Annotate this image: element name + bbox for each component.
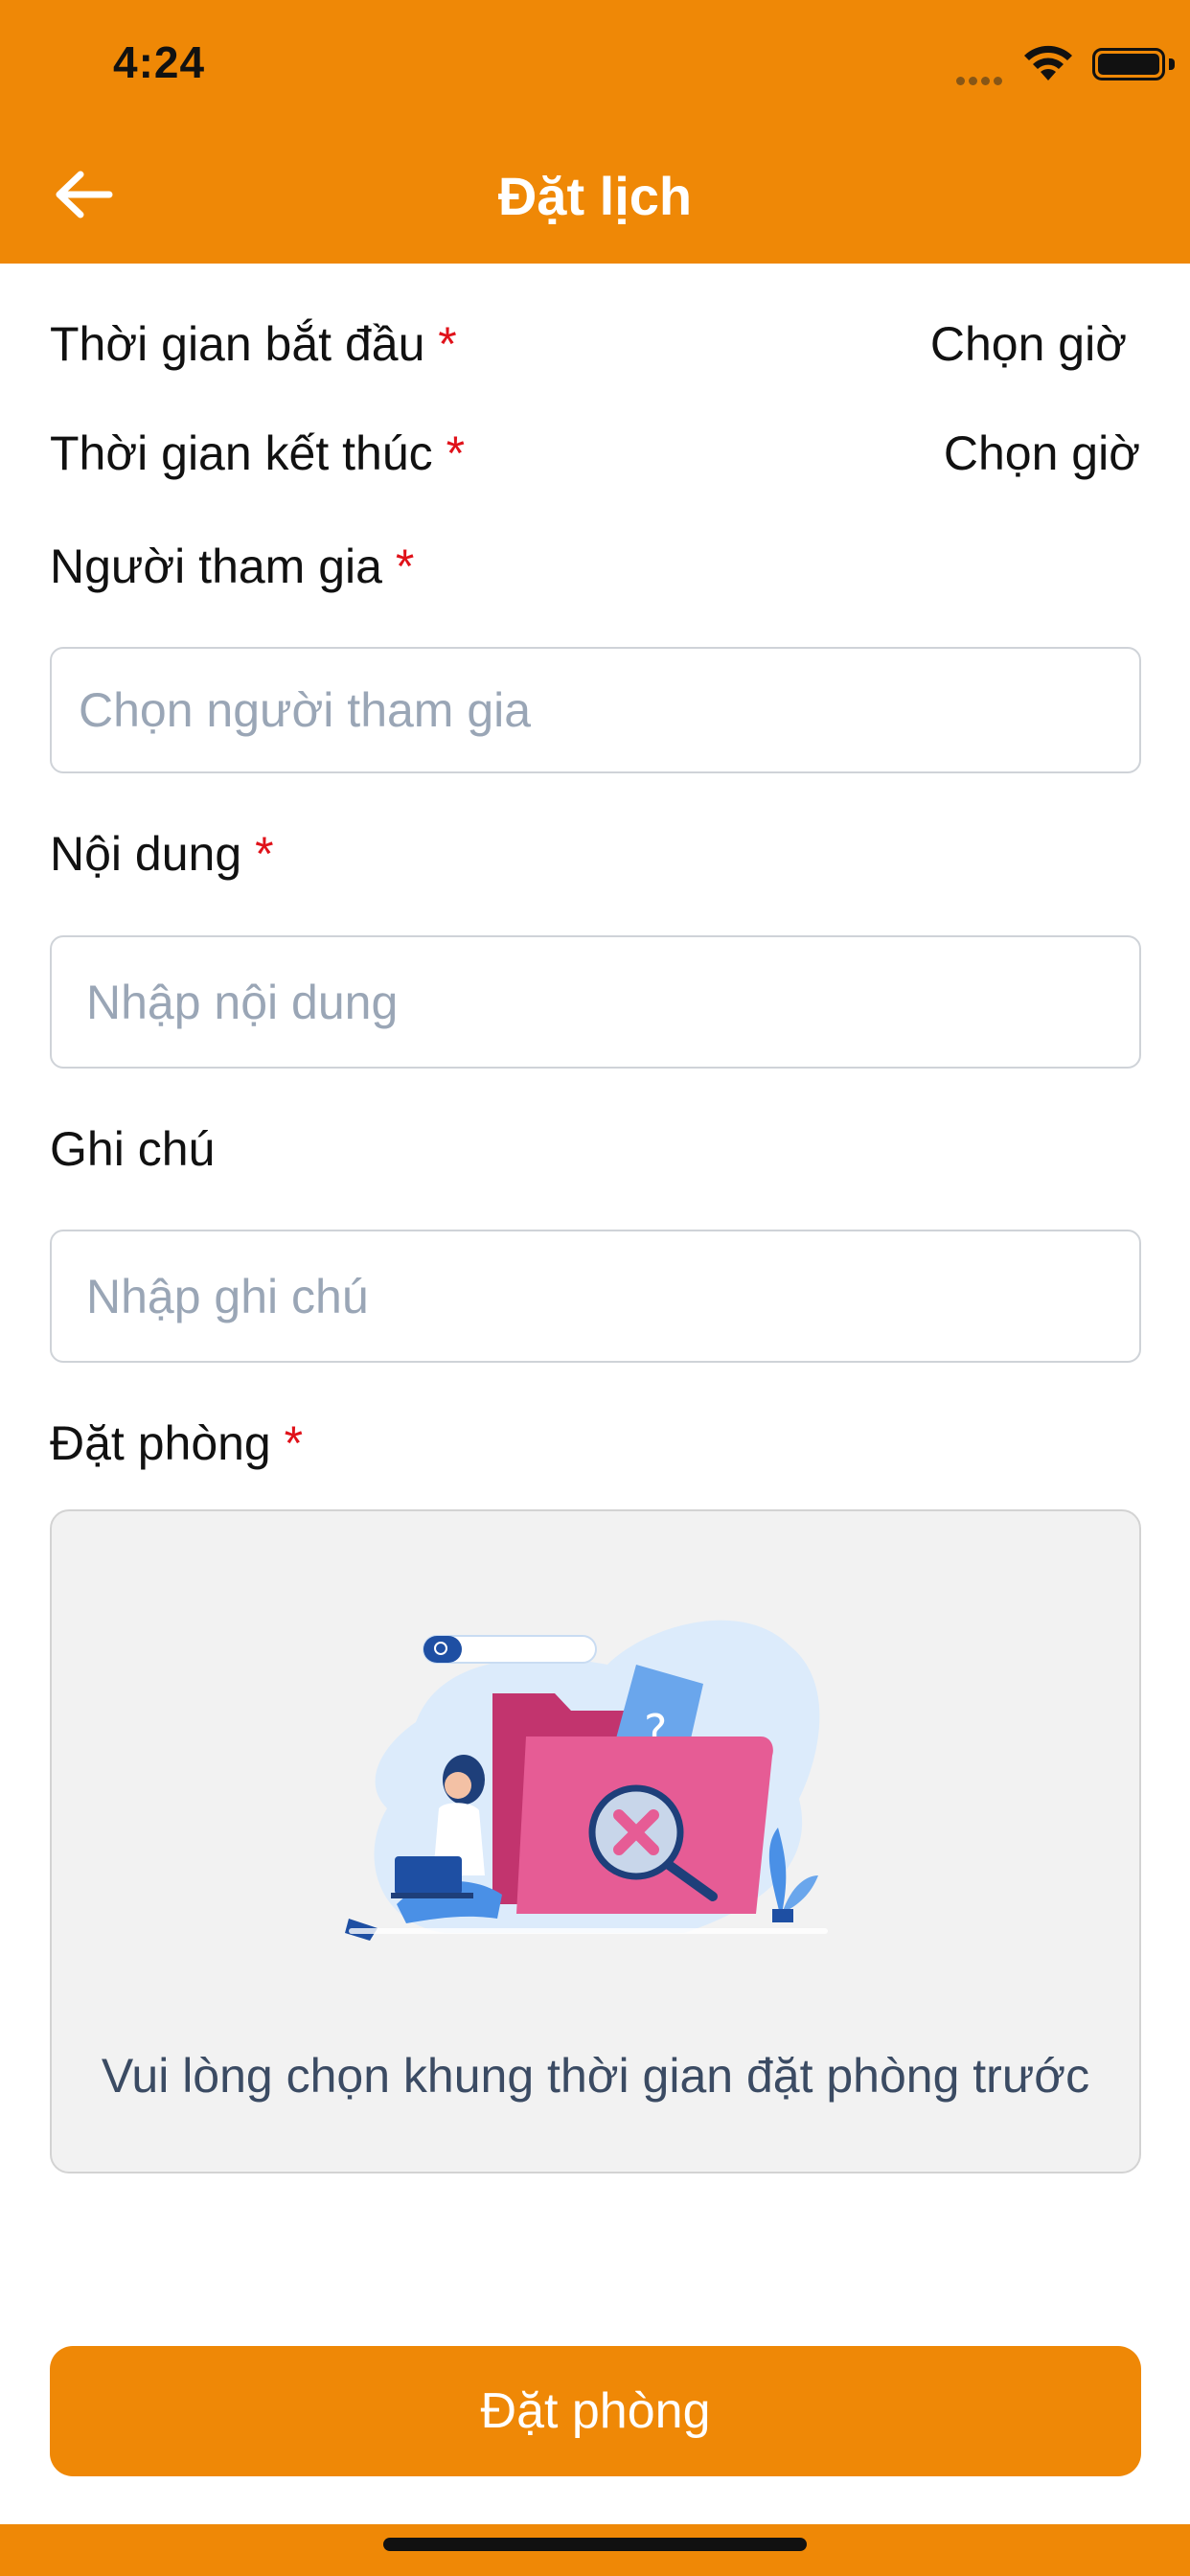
note-label: Ghi chú <box>50 1121 215 1177</box>
content-label: Nội dung * <box>50 826 274 882</box>
participants-input[interactable] <box>52 649 1139 771</box>
room-label: Đặt phòng * <box>50 1415 303 1471</box>
required-mark: * <box>395 540 415 593</box>
start-time-label-text: Thời gian bắt đầu <box>50 317 425 371</box>
end-time-label: Thời gian kết thúc * <box>50 426 465 481</box>
required-mark: * <box>255 827 274 881</box>
content-input[interactable] <box>52 937 1139 1067</box>
page-title: Đặt lịch <box>497 166 693 226</box>
wifi-icon <box>1024 45 1072 80</box>
empty-folder-illustration: ? <box>345 1620 828 1941</box>
content-label-text: Nội dung <box>50 827 242 881</box>
start-time-picker[interactable]: Chọn giờ <box>930 316 1127 372</box>
participants-label: Người tham gia * <box>50 539 414 594</box>
note-field[interactable] <box>50 1230 1141 1363</box>
required-mark: * <box>446 426 466 480</box>
signal-icon <box>956 73 1006 90</box>
book-room-button[interactable]: Đặt phòng <box>50 2346 1141 2476</box>
room-label-text: Đặt phòng <box>50 1416 271 1470</box>
status-icons <box>903 42 1190 85</box>
note-input[interactable] <box>52 1231 1139 1361</box>
status-time: 4:24 <box>113 37 206 87</box>
content-field[interactable] <box>50 935 1141 1069</box>
end-time-picker[interactable]: Chọn giờ <box>944 426 1140 481</box>
participants-label-text: Người tham gia <box>50 540 382 593</box>
room-empty-state: ? Vui lòng chọn khung thời gian đặt phòn… <box>50 1509 1141 2174</box>
room-empty-message: Vui lòng chọn khung thời gian đặt phòng … <box>101 2049 1090 2103</box>
start-time-label: Thời gian bắt đầu * <box>50 316 457 372</box>
end-time-label-text: Thời gian kết thúc <box>50 426 433 480</box>
participants-field[interactable] <box>50 647 1141 773</box>
home-indicator[interactable] <box>383 2538 807 2551</box>
required-mark: * <box>438 317 457 371</box>
required-mark: * <box>284 1416 304 1470</box>
note-label-text: Ghi chú <box>50 1122 216 1176</box>
app-header: 4:24 Đặt lịch <box>0 0 1190 264</box>
battery-icon <box>1092 48 1165 80</box>
battery-cap <box>1169 58 1175 70</box>
